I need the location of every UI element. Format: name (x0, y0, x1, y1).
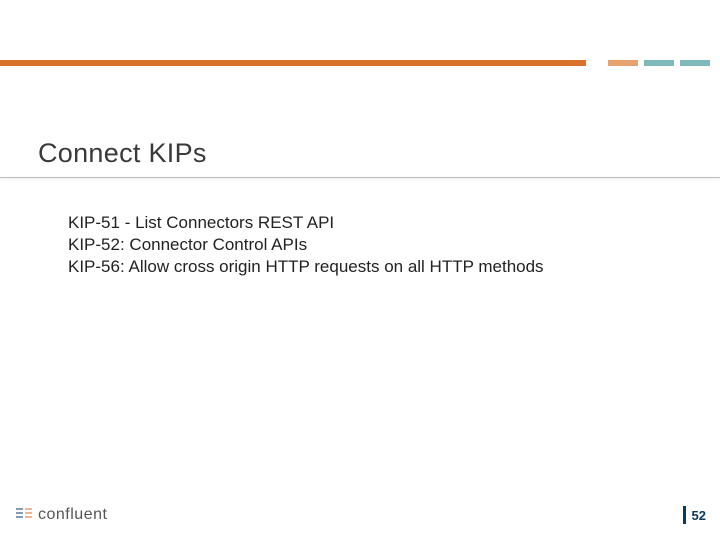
body-line: KIP-56: Allow cross origin HTTP requests… (68, 256, 680, 278)
accent-bar-main (0, 60, 586, 66)
title-underline (0, 177, 720, 178)
page-number-bar (683, 506, 686, 524)
page-title: Connect KIPs (0, 138, 720, 177)
body-line: KIP-52: Connector Control APIs (68, 234, 680, 256)
footer: confluent 52 (14, 502, 706, 528)
brand-name: confluent (38, 506, 107, 524)
slide: Connect KIPs KIP-51 - List Connectors RE… (0, 0, 720, 540)
accent-bar (0, 60, 720, 66)
page-number: 52 (692, 508, 706, 523)
accent-bar-segment (680, 60, 710, 66)
brand-logo: confluent (14, 503, 107, 528)
page-number-box: 52 (683, 506, 706, 524)
body-content: KIP-51 - List Connectors REST API KIP-52… (68, 212, 680, 278)
accent-bar-segment (608, 60, 638, 66)
accent-bar-gap (586, 60, 602, 66)
body-line: KIP-51 - List Connectors REST API (68, 212, 680, 234)
title-area: Connect KIPs (0, 138, 720, 178)
confluent-mark-icon (14, 503, 34, 528)
accent-bar-segment (644, 60, 674, 66)
